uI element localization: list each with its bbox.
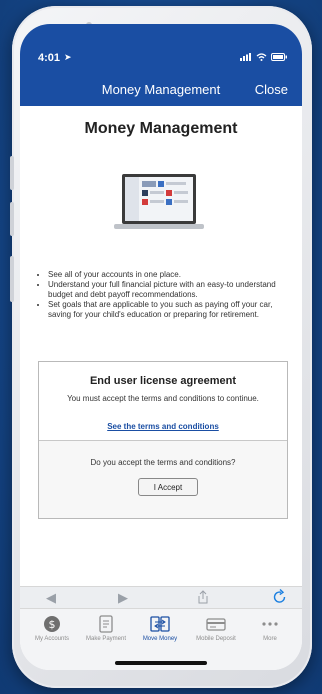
terms-link[interactable]: See the terms and conditions xyxy=(39,422,287,431)
volume-down-button xyxy=(10,202,14,236)
tab-move-money[interactable]: Move Money xyxy=(132,615,188,642)
wifi-icon xyxy=(256,53,267,61)
battery-icon xyxy=(271,53,287,61)
list-item: Set goals that are applicable to you suc… xyxy=(48,300,296,320)
tab-label: More xyxy=(263,636,277,642)
back-arrow-icon[interactable]: ◀ xyxy=(46,590,56,606)
signal-icon xyxy=(240,53,251,61)
tab-bar: $ My Accounts Make Payment Move Money Mo… xyxy=(20,608,302,670)
status-icons xyxy=(240,53,288,61)
eula-header: End user license agreement You must acce… xyxy=(39,362,287,441)
page-title: Money Management xyxy=(84,120,238,137)
volume-up-button xyxy=(10,156,14,190)
tab-mobile-deposit[interactable]: Mobile Deposit xyxy=(188,615,244,642)
phone-screen: 4:01 ➤ Money Management Close Money Mana… xyxy=(20,24,302,670)
side-button xyxy=(10,256,14,302)
list-item: Understand your full financial picture w… xyxy=(48,280,296,300)
content: Money Management See all of your account… xyxy=(20,106,302,586)
tab-make-payment[interactable]: Make Payment xyxy=(78,615,134,642)
status-time: 4:01 xyxy=(38,52,61,64)
tab-label: Mobile Deposit xyxy=(196,636,236,642)
laptop-illustration xyxy=(114,174,204,229)
nav-bar: Money Management Close xyxy=(20,68,302,106)
transfer-icon xyxy=(150,616,170,632)
browser-toolbar: ◀ ▶ xyxy=(20,586,302,609)
accept-question: Do you accept the terms and conditions? xyxy=(90,458,236,467)
tab-label: Make Payment xyxy=(85,636,127,642)
share-icon[interactable] xyxy=(196,589,210,605)
accept-button[interactable]: I Accept xyxy=(138,478,198,496)
list-item: See all of your accounts in one place. xyxy=(48,270,296,280)
close-button[interactable]: Close xyxy=(255,82,288,97)
eula-subtitle: You must accept the terms and conditions… xyxy=(67,394,259,403)
location-arrow-icon: ➤ xyxy=(64,52,72,62)
tab-my-accounts[interactable]: $ My Accounts xyxy=(24,615,80,642)
eula-title: End user license agreement xyxy=(89,375,237,387)
home-indicator xyxy=(115,661,207,665)
check-deposit-icon xyxy=(206,618,226,631)
ellipsis-icon xyxy=(262,622,278,626)
document-icon xyxy=(99,615,113,633)
tab-label: My Accounts xyxy=(34,636,69,642)
forward-arrow-icon[interactable]: ▶ xyxy=(118,590,128,606)
refresh-icon[interactable] xyxy=(272,589,288,605)
eula-panel: End user license agreement You must acce… xyxy=(38,361,288,519)
status-bar: 4:01 ➤ xyxy=(20,24,302,68)
feature-list: See all of your accounts in one place. U… xyxy=(38,270,296,320)
tab-more[interactable]: More xyxy=(242,615,298,642)
svg-text:$: $ xyxy=(49,618,56,631)
tab-label: Move Money xyxy=(142,636,178,642)
dollar-coin-icon: $ xyxy=(44,616,60,632)
